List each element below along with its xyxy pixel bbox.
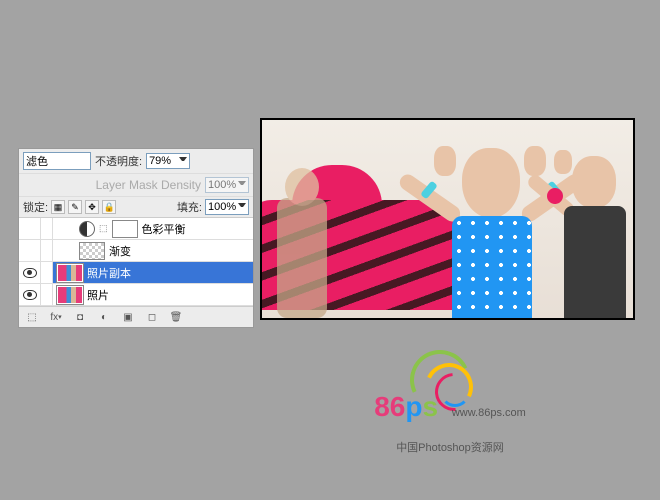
lock-brush-icon[interactable]: ✎: [68, 200, 82, 214]
layers-panel: 滤色 不透明度: 79% Layer Mask Density 100% 锁定:…: [18, 148, 254, 328]
mask-density-label: Layer Mask Density: [96, 178, 201, 192]
add-mask-icon[interactable]: ◘: [73, 311, 87, 323]
photo-thumb[interactable]: [57, 264, 83, 282]
fill-input[interactable]: 100%: [205, 199, 249, 215]
bg-figure-left: [260, 158, 347, 318]
mask-density-input: 100%: [205, 177, 249, 193]
link-icon: ⬚: [99, 223, 108, 234]
visibility-toggle[interactable]: [19, 218, 41, 239]
lock-all-icon[interactable]: 🔒: [102, 200, 116, 214]
link-col: [41, 218, 53, 239]
layer-style-icon[interactable]: fx▾: [49, 311, 63, 323]
mask-thumb[interactable]: [112, 220, 138, 238]
lock-transparency-icon[interactable]: ▦: [51, 200, 65, 214]
layer-name: 照片: [87, 287, 109, 303]
opacity-input[interactable]: 79%: [146, 153, 190, 169]
chevron-down-icon: [179, 157, 187, 165]
logo-url: www.86ps.com: [452, 407, 526, 419]
image-preview: [260, 118, 635, 320]
watermark-logo: 86ps www.86ps.com 中国Photoshop资源网: [300, 345, 600, 465]
blend-mode-select[interactable]: 滤色: [23, 152, 91, 170]
opacity-label: 不透明度:: [95, 153, 142, 169]
visibility-toggle[interactable]: [19, 284, 41, 305]
layer-name: 渐变: [109, 243, 131, 259]
gradient-thumb[interactable]: [79, 242, 105, 260]
bg-figure-right: [552, 138, 635, 318]
photo-thumb[interactable]: [57, 286, 83, 304]
eye-icon: [23, 290, 37, 300]
photo-scene: [262, 120, 633, 318]
chevron-down-icon: [238, 203, 246, 211]
visibility-toggle[interactable]: [19, 262, 41, 283]
opacity-value: 79%: [149, 155, 171, 167]
logo-tagline: 中国Photoshop资源网: [300, 439, 600, 455]
lock-row: 锁定: ▦ ✎ ✥ 🔒 填充: 100%: [19, 197, 253, 218]
adjustment-layer-icon[interactable]: ◐: [97, 311, 111, 323]
fill-label: 填充:: [177, 199, 202, 215]
layer-main: 渐变: [53, 240, 253, 261]
layer-row-photo[interactable]: 照片: [19, 284, 253, 306]
layer-main-selected: 照片副本: [53, 262, 253, 283]
color-balance-icon: [79, 221, 95, 237]
layer-name: 照片副本: [87, 265, 131, 281]
fill-value: 100%: [208, 201, 236, 213]
layer-main: 照片: [53, 284, 253, 305]
link-col: [41, 284, 53, 305]
visibility-toggle[interactable]: [19, 240, 41, 261]
link-layers-icon[interactable]: ⬚: [25, 311, 39, 323]
layer-row-color-balance[interactable]: ⬚ 色彩平衡: [19, 218, 253, 240]
chevron-down-icon: [238, 181, 246, 189]
delete-layer-icon[interactable]: 🗑: [169, 311, 183, 323]
mask-density-value: 100%: [208, 179, 236, 191]
mask-density-row: Layer Mask Density 100%: [19, 174, 253, 197]
lock-label: 锁定:: [23, 199, 48, 215]
link-col: [41, 240, 53, 261]
blend-mode-value: 滤色: [26, 156, 48, 168]
link-col: [41, 262, 53, 283]
new-layer-icon[interactable]: ◻: [145, 311, 159, 323]
layer-list: ⬚ 色彩平衡 渐变 照片副本: [19, 218, 253, 306]
logo-text: 86ps www.86ps.com: [300, 391, 600, 423]
panel-bottom-bar: ⬚ fx▾ ◘ ◐ ▣ ◻ 🗑: [19, 306, 253, 327]
layer-name: 色彩平衡: [142, 221, 186, 237]
new-group-icon[interactable]: ▣: [121, 311, 135, 323]
layer-main: ⬚ 色彩平衡: [53, 218, 253, 239]
blend-opacity-row: 滤色 不透明度: 79%: [19, 149, 253, 174]
eye-icon: [23, 268, 37, 278]
layer-row-photo-copy[interactable]: 照片副本: [19, 262, 253, 284]
lock-move-icon[interactable]: ✥: [85, 200, 99, 214]
layer-row-gradient[interactable]: 渐变: [19, 240, 253, 262]
